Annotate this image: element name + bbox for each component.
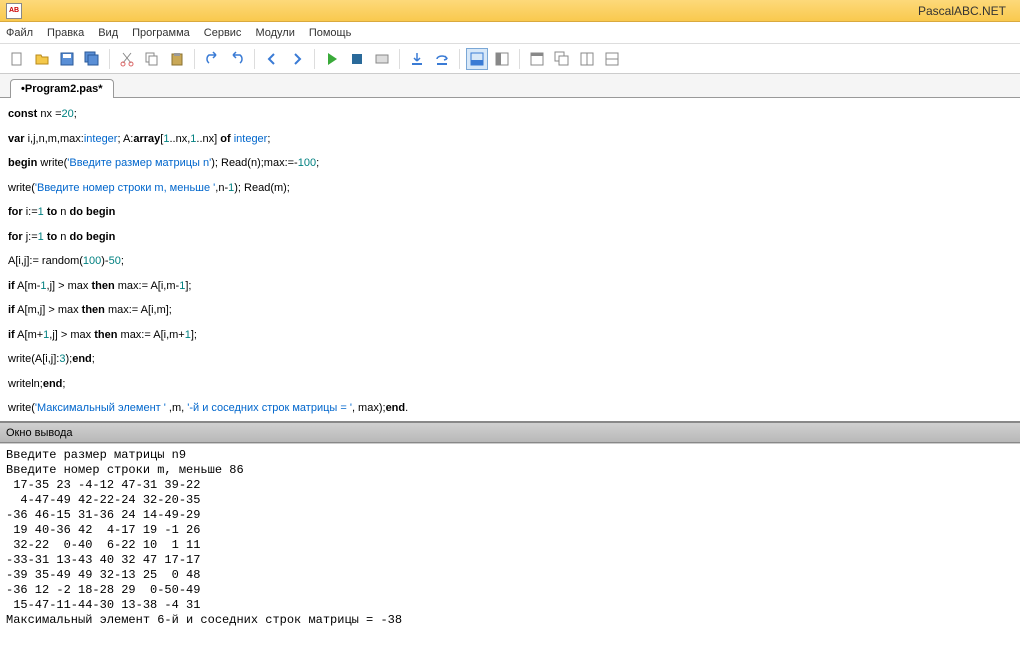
step-over-button[interactable]	[431, 48, 453, 70]
undo-button[interactable]	[201, 48, 223, 70]
toolbar-separator	[519, 49, 520, 69]
window3-button[interactable]	[576, 48, 598, 70]
save-button[interactable]	[56, 48, 78, 70]
window4-button[interactable]	[601, 48, 623, 70]
toolbar-separator	[314, 49, 315, 69]
tab-program2[interactable]: •Program2.pas*	[10, 79, 114, 98]
toolbar-separator	[109, 49, 110, 69]
output-header: Окно вывода	[0, 423, 1020, 443]
cut-button[interactable]	[116, 48, 138, 70]
step-into-button[interactable]	[406, 48, 428, 70]
open-file-button[interactable]	[31, 48, 53, 70]
panel1-button[interactable]	[466, 48, 488, 70]
window1-button[interactable]	[526, 48, 548, 70]
window2-button[interactable]	[551, 48, 573, 70]
code-editor[interactable]: const nx =20; var i,j,n,m,max:integer; A…	[0, 98, 1020, 423]
run-button[interactable]	[321, 48, 343, 70]
output-panel[interactable]: Введите размер матрицы n9 Введите номер …	[0, 443, 1020, 665]
app-icon: AB	[6, 3, 22, 19]
menu-view[interactable]: Вид	[98, 27, 118, 39]
stop-button[interactable]	[346, 48, 368, 70]
tabbar: •Program2.pas*	[0, 74, 1020, 98]
panel2-button[interactable]	[491, 48, 513, 70]
menu-modules[interactable]: Модули	[255, 27, 294, 39]
app-title: PascalABC.NET	[918, 4, 1006, 18]
copy-button[interactable]	[141, 48, 163, 70]
nav-forward-button[interactable]	[286, 48, 308, 70]
toolbar-separator	[254, 49, 255, 69]
new-file-button[interactable]	[6, 48, 28, 70]
paste-button[interactable]	[166, 48, 188, 70]
toolbar-separator	[194, 49, 195, 69]
save-all-button[interactable]	[81, 48, 103, 70]
menu-file[interactable]: Файл	[6, 27, 33, 39]
compile-button[interactable]	[371, 48, 393, 70]
menu-help[interactable]: Помощь	[309, 27, 352, 39]
nav-back-button[interactable]	[261, 48, 283, 70]
toolbar	[0, 44, 1020, 74]
menu-program[interactable]: Программа	[132, 27, 190, 39]
titlebar: AB PascalABC.NET	[0, 0, 1020, 22]
menu-edit[interactable]: Правка	[47, 27, 84, 39]
redo-button[interactable]	[226, 48, 248, 70]
menu-service[interactable]: Сервис	[204, 27, 242, 39]
toolbar-separator	[459, 49, 460, 69]
menubar: Файл Правка Вид Программа Сервис Модули …	[0, 22, 1020, 44]
toolbar-separator	[399, 49, 400, 69]
